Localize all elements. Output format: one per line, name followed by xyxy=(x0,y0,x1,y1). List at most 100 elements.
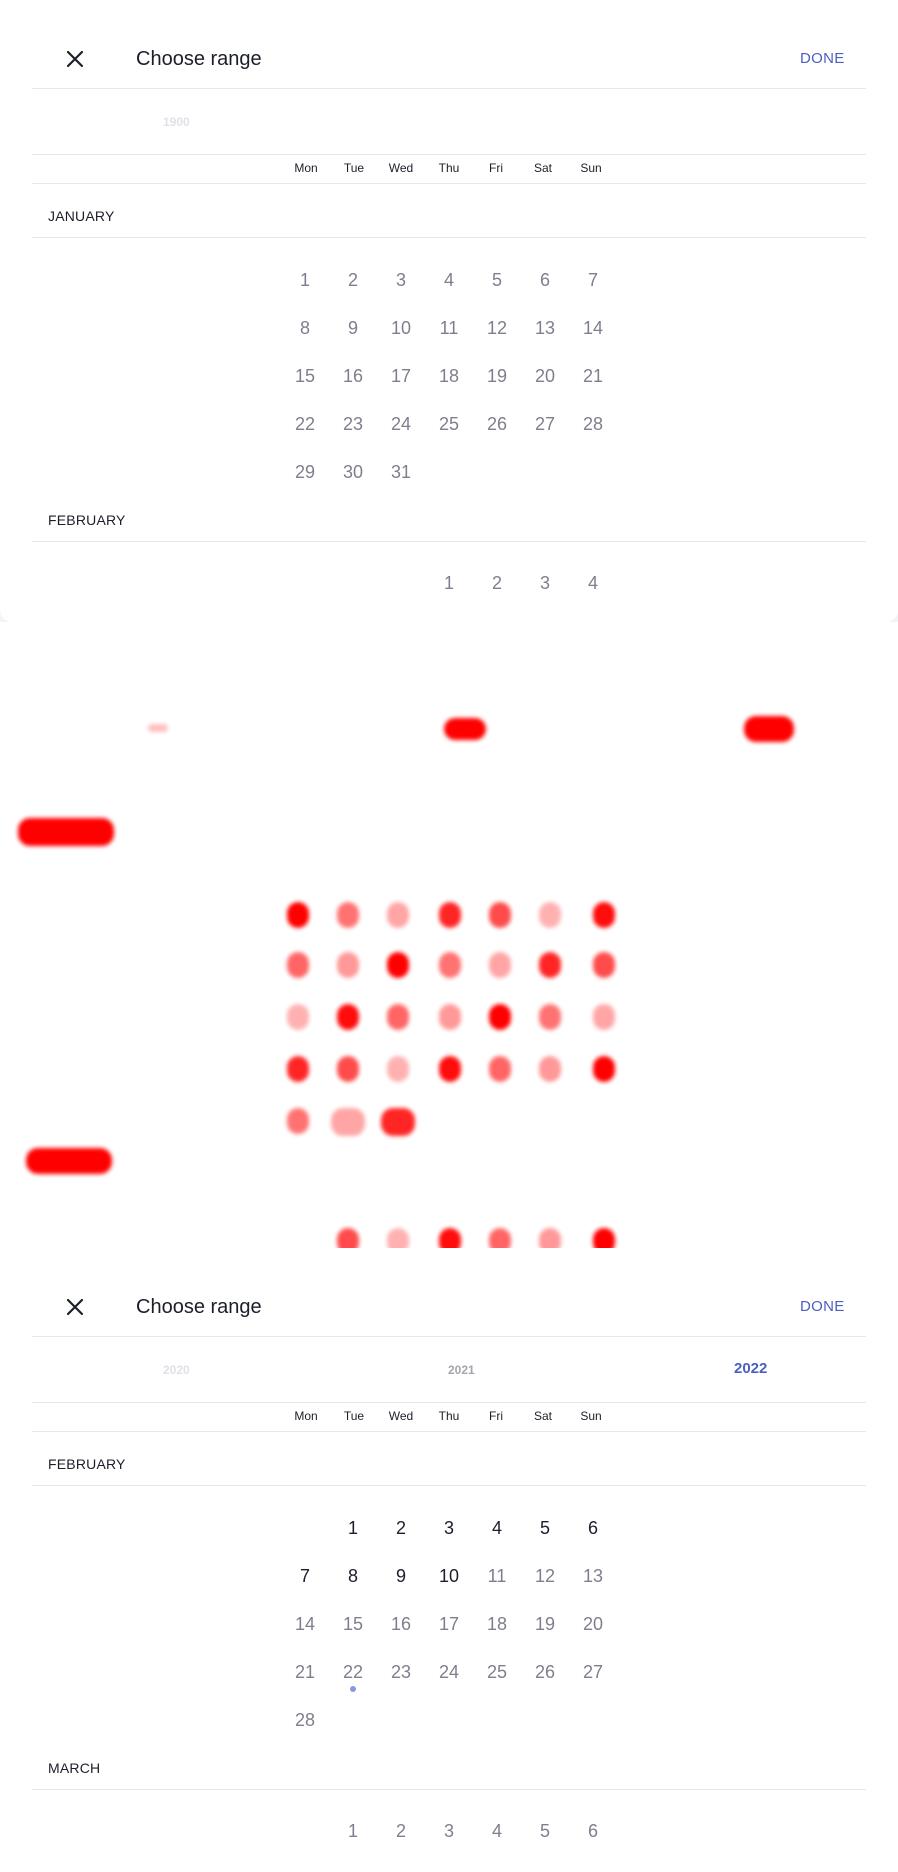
diff-mark xyxy=(439,1056,461,1082)
day-cell[interactable]: 5 xyxy=(523,1812,567,1850)
dialog-title: Choose range xyxy=(136,48,262,70)
day-cell[interactable]: 9 xyxy=(331,309,375,347)
divider xyxy=(32,1789,866,1790)
day-cell[interactable]: 14 xyxy=(571,309,615,347)
year-option[interactable]: 1900 xyxy=(163,115,190,129)
day-cell[interactable]: 1 xyxy=(331,1509,375,1547)
day-cell[interactable]: 6 xyxy=(571,1509,615,1547)
day-cell[interactable]: 16 xyxy=(331,357,375,395)
day-cell[interactable]: 24 xyxy=(379,405,423,443)
day-cell[interactable]: 26 xyxy=(475,405,519,443)
day-cell[interactable]: 25 xyxy=(427,405,471,443)
diff-mark xyxy=(489,952,511,978)
day-cell[interactable]: 28 xyxy=(283,1701,327,1739)
day-cell[interactable]: 2 xyxy=(475,564,519,602)
day-cell[interactable]: 10 xyxy=(427,1557,471,1595)
diff-mark xyxy=(148,724,168,732)
day-cell[interactable]: 7 xyxy=(571,261,615,299)
day-cell[interactable]: 20 xyxy=(571,1605,615,1643)
day-cell[interactable]: 6 xyxy=(571,1812,615,1850)
day-cell[interactable]: 2 xyxy=(331,261,375,299)
weekday-label: Sun xyxy=(580,1409,602,1423)
day-cell[interactable]: 31 xyxy=(379,453,423,491)
day-cell[interactable]: 8 xyxy=(283,309,327,347)
day-cell[interactable]: 3 xyxy=(523,564,567,602)
weekday-label: Sun xyxy=(580,161,602,175)
day-cell[interactable]: 11 xyxy=(475,1557,519,1595)
day-cell[interactable]: 14 xyxy=(283,1605,327,1643)
day-cell[interactable]: 19 xyxy=(523,1605,567,1643)
diff-mark xyxy=(287,902,309,928)
day-cell[interactable]: 27 xyxy=(571,1653,615,1691)
month-heading: FEBRUARY xyxy=(48,512,126,528)
close-icon xyxy=(66,1298,84,1316)
day-cell[interactable]: 2 xyxy=(379,1812,423,1850)
day-cell[interactable]: 1 xyxy=(283,261,327,299)
weekday-label: Fri xyxy=(489,1409,503,1423)
day-cell[interactable]: 2 xyxy=(379,1509,423,1547)
day-cell[interactable]: 3 xyxy=(379,261,423,299)
day-cell[interactable]: 1 xyxy=(331,1812,375,1850)
day-cell[interactable]: 8 xyxy=(331,1557,375,1595)
day-cell[interactable]: 15 xyxy=(283,357,327,395)
day-cell[interactable]: 4 xyxy=(571,564,615,602)
day-cell[interactable]: 27 xyxy=(523,405,567,443)
done-button[interactable]: DONE xyxy=(800,1298,845,1315)
day-cell[interactable]: 3 xyxy=(427,1509,471,1547)
diff-mark xyxy=(381,1108,415,1136)
day-cell[interactable]: 4 xyxy=(427,261,471,299)
day-cell[interactable]: 29 xyxy=(283,453,327,491)
weekday-label: Mon xyxy=(294,1409,318,1423)
day-cell[interactable]: 26 xyxy=(523,1653,567,1691)
divider xyxy=(32,88,866,89)
day-cell[interactable]: 13 xyxy=(571,1557,615,1595)
diff-mark xyxy=(439,902,461,928)
day-cell[interactable]: 5 xyxy=(523,1509,567,1547)
day-cell[interactable]: 11 xyxy=(427,309,471,347)
done-button[interactable]: DONE xyxy=(800,50,845,67)
day-cell[interactable]: 3 xyxy=(427,1812,471,1850)
day-cell[interactable]: 23 xyxy=(331,405,375,443)
day-cell[interactable]: 23 xyxy=(379,1653,423,1691)
divider xyxy=(32,154,866,155)
diff-overlay xyxy=(0,622,898,1254)
day-cell[interactable]: 6 xyxy=(523,261,567,299)
day-cell[interactable]: 17 xyxy=(379,357,423,395)
close-button[interactable] xyxy=(60,1292,90,1322)
year-option-2021[interactable]: 2021 xyxy=(448,1363,475,1377)
day-cell[interactable]: 21 xyxy=(571,357,615,395)
diff-mark xyxy=(539,952,561,978)
day-cell[interactable]: 22 xyxy=(283,405,327,443)
day-cell[interactable]: 4 xyxy=(475,1509,519,1547)
day-cell[interactable]: 28 xyxy=(571,405,615,443)
year-option-2020[interactable]: 2020 xyxy=(163,1363,190,1377)
day-cell[interactable]: 4 xyxy=(475,1812,519,1850)
diff-mark xyxy=(337,1056,359,1082)
day-cell[interactable]: 10 xyxy=(379,309,423,347)
day-cell[interactable]: 18 xyxy=(427,357,471,395)
day-cell[interactable]: 12 xyxy=(475,309,519,347)
day-cell[interactable]: 18 xyxy=(475,1605,519,1643)
diff-mark xyxy=(539,902,561,928)
year-option-2022[interactable]: 2022 xyxy=(734,1361,767,1376)
divider xyxy=(32,237,866,238)
day-cell[interactable]: 20 xyxy=(523,357,567,395)
day-cell[interactable]: 12 xyxy=(523,1557,567,1595)
day-cell[interactable]: 25 xyxy=(475,1653,519,1691)
day-cell[interactable]: 21 xyxy=(283,1653,327,1691)
divider xyxy=(32,1431,866,1432)
day-cell[interactable]: 1 xyxy=(427,564,471,602)
day-cell[interactable]: 24 xyxy=(427,1653,471,1691)
day-cell[interactable]: 17 xyxy=(427,1605,471,1643)
day-cell[interactable]: 5 xyxy=(475,261,519,299)
day-cell[interactable]: 7 xyxy=(283,1557,327,1595)
diff-mark xyxy=(444,718,486,740)
day-cell[interactable]: 13 xyxy=(523,309,567,347)
day-cell[interactable]: 16 xyxy=(379,1605,423,1643)
day-cell[interactable]: 19 xyxy=(475,357,519,395)
day-cell[interactable]: 15 xyxy=(331,1605,375,1643)
day-cell[interactable]: 30 xyxy=(331,453,375,491)
day-cell[interactable]: 9 xyxy=(379,1557,423,1595)
close-button[interactable] xyxy=(60,44,90,74)
diff-mark xyxy=(287,1056,309,1082)
